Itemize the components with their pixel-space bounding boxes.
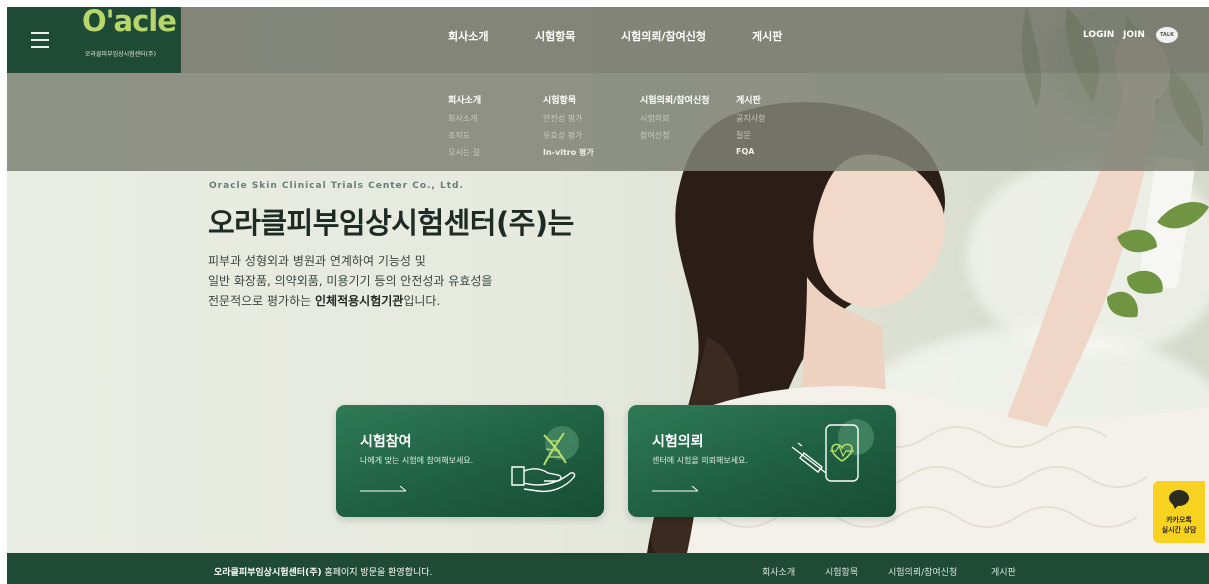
footer-link-request[interactable]: 시험의뢰/참여신청 (888, 565, 957, 578)
nav-item-tests[interactable]: 시험항목 (535, 28, 575, 44)
card-title: 시험참여 (360, 434, 412, 450)
footer-welcome-text: 오라클피부임상시험센터(주) 홈페이지 방문을 환영합니다. (214, 565, 432, 578)
menu-line (31, 39, 49, 41)
footer-link-tests[interactable]: 시험항목 (825, 565, 858, 578)
dropdown-item[interactable]: 시험의뢰 (640, 113, 710, 124)
footer-bar: 오라클피부임상시험센터(주) 홈페이지 방문을 환영합니다. 회사소개 시험항목… (7, 553, 1209, 584)
hamburger-menu-icon[interactable] (7, 7, 73, 73)
arrow-right-icon (652, 485, 699, 492)
hero-desc-line: 피부과 성형외과 병원과 연계하여 기능성 및 (208, 254, 426, 268)
dropdown-item[interactable]: 유효성 평가 (543, 130, 594, 141)
kakao-consult-button[interactable]: 카카오톡 실시간 상담 (1153, 481, 1205, 543)
menu-line (31, 46, 49, 48)
dropdown-heading[interactable]: 시험항목 (543, 93, 594, 106)
hero-desc-line: 일반 화장품, 의약외품, 미용기기 등의 안전성과 유효성을 (208, 274, 493, 288)
mega-menu-dropdown: 회사소개 회사소개 조직도 오시는 길 시험항목 안전성 평가 유효성 평가 I… (7, 73, 1209, 171)
talk-icon[interactable]: TALK (1156, 27, 1178, 43)
menu-line (31, 32, 49, 34)
dropdown-column-company: 회사소개 회사소개 조직도 오시는 길 (448, 93, 481, 164)
hero-english-title: Oracle Skin Clinical Trials Center Co., … (209, 181, 464, 191)
hero-title: 오라클피부임상시험센터(주)는 (208, 206, 574, 240)
card-description: 나에게 맞는 시험에 참여해보세요. (360, 456, 474, 465)
dropdown-item[interactable]: 안전성 평가 (543, 113, 594, 124)
dropdown-item[interactable]: 오시는 길 (448, 147, 481, 158)
dropdown-item[interactable]: 질문 (736, 130, 765, 141)
kakao-label: 카카오톡 (1166, 516, 1192, 524)
dropdown-item[interactable]: 공지사항 (736, 113, 765, 124)
nav-item-board[interactable]: 게시판 (752, 28, 782, 44)
join-link[interactable]: JOIN (1123, 30, 1145, 40)
dropdown-item[interactable]: 참여신청 (640, 130, 710, 141)
logo[interactable]: O'acle (82, 4, 177, 38)
dropdown-item[interactable]: In-vitro 평가 (543, 147, 594, 158)
phone-injection-icon (791, 419, 874, 482)
top-navigation-bar (7, 7, 1209, 73)
hero-description: 피부과 성형외과 병원과 연계하여 기능성 및 일반 화장품, 의약외품, 미용… (208, 251, 492, 311)
card-description: 센터에 시험을 의뢰해보세요. (652, 456, 748, 465)
nav-item-company[interactable]: 회사소개 (448, 28, 488, 44)
hero-desc-text: 전문적으로 평가하는 (208, 294, 315, 308)
dropdown-heading[interactable]: 회사소개 (448, 93, 481, 106)
login-link[interactable]: LOGIN (1083, 30, 1114, 40)
dropdown-column-board: 게시판 공지사항 질문 FQA (736, 93, 765, 162)
test-request-card[interactable]: 시험의뢰 센터에 시험을 의뢰해보세요. (628, 405, 896, 517)
dropdown-column-tests: 시험항목 안전성 평가 유효성 평가 In-vitro 평가 (543, 93, 594, 164)
kakao-label: 실시간 상담 (1161, 526, 1197, 534)
hero-desc-text: 입니다. (403, 294, 441, 308)
footer-link-company[interactable]: 회사소개 (762, 565, 795, 578)
dropdown-item[interactable]: FQA (736, 147, 765, 156)
nav-item-request[interactable]: 시험의뢰/참여신청 (621, 28, 706, 44)
logo-subtitle: 오라클피부임상시험센터(주) (85, 51, 156, 58)
dropdown-heading[interactable]: 게시판 (736, 93, 765, 106)
dropdown-item[interactable]: 회사소개 (448, 113, 481, 124)
dropdown-column-request: 시험의뢰/참여신청 시험의뢰 참여신청 (640, 93, 710, 147)
arrow-right-icon (360, 485, 407, 492)
dropdown-item[interactable]: 조직도 (448, 130, 481, 141)
hero-desc-highlight: 인체적용시험기관 (315, 294, 404, 308)
card-title: 시험의뢰 (652, 434, 704, 450)
hero-desc-line: 전문적으로 평가하는 인체적용시험기관입니다. (208, 291, 492, 311)
dna-hand-icon (511, 426, 579, 493)
footer-company-name: 오라클피부임상시험센터(주) (214, 568, 322, 578)
page: O'acle 오라클피부임상시험센터(주) 회사소개 시험항목 시험의뢰/참여신… (0, 0, 1209, 584)
kakao-chat-icon-tail (1172, 503, 1180, 509)
test-participation-card[interactable]: 시험참여 나에게 맞는 시험에 참여해보세요. (336, 405, 604, 517)
footer-link-board[interactable]: 게시판 (991, 565, 1016, 578)
dropdown-heading[interactable]: 시험의뢰/참여신청 (640, 93, 710, 106)
footer-welcome-message: 홈페이지 방문을 환영합니다. (321, 568, 433, 578)
